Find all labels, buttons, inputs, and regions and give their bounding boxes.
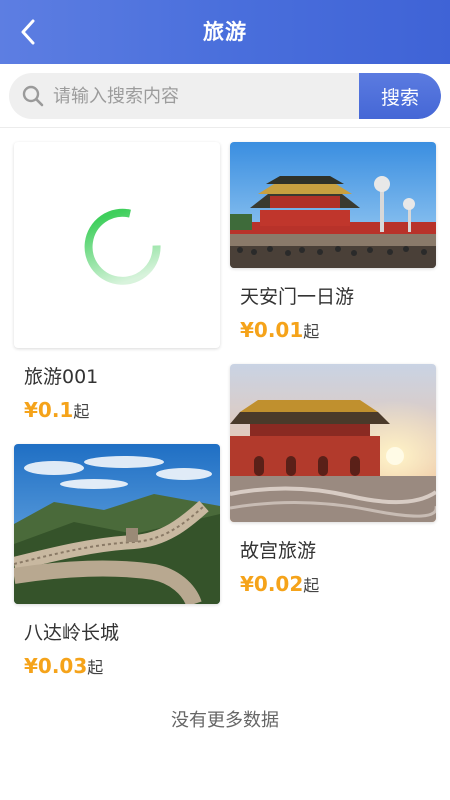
item-price: ¥0.03起 xyxy=(24,654,104,678)
app-header: 旅游 xyxy=(0,0,450,64)
item-name: 故宫旅游 xyxy=(240,540,317,562)
list-item[interactable]: 天安门一日游 ¥0.01起 xyxy=(230,142,436,352)
list-item[interactable]: 故宫旅游 ¥0.02起 xyxy=(230,364,436,596)
list-item[interactable]: 旅游001 ¥0.1起 xyxy=(14,142,220,432)
item-name: 天安门一日游 xyxy=(240,286,355,308)
search-button[interactable]: 搜索 xyxy=(359,73,441,119)
tiananmen-photo xyxy=(230,142,436,268)
item-price: ¥0.01起 xyxy=(240,318,320,342)
search-box: 搜索 xyxy=(9,73,441,119)
item-name: 八达岭长城 xyxy=(24,622,120,644)
great-wall-photo xyxy=(14,444,220,604)
search-input[interactable] xyxy=(53,73,353,119)
item-price: ¥0.02起 xyxy=(240,572,320,596)
spinner-icon xyxy=(84,208,161,285)
no-more-data-label: 没有更多数据 xyxy=(171,710,279,731)
list-item[interactable]: 八达岭长城 ¥0.03起 xyxy=(14,444,220,684)
loading-spinner xyxy=(14,142,220,348)
item-price: ¥0.1起 xyxy=(24,398,90,422)
page-title: 旅游 xyxy=(203,20,247,44)
item-name: 旅游001 xyxy=(24,366,99,388)
forbidden-city-photo xyxy=(230,364,436,522)
search-bar: 搜索 xyxy=(0,64,450,128)
search-icon xyxy=(22,85,44,107)
